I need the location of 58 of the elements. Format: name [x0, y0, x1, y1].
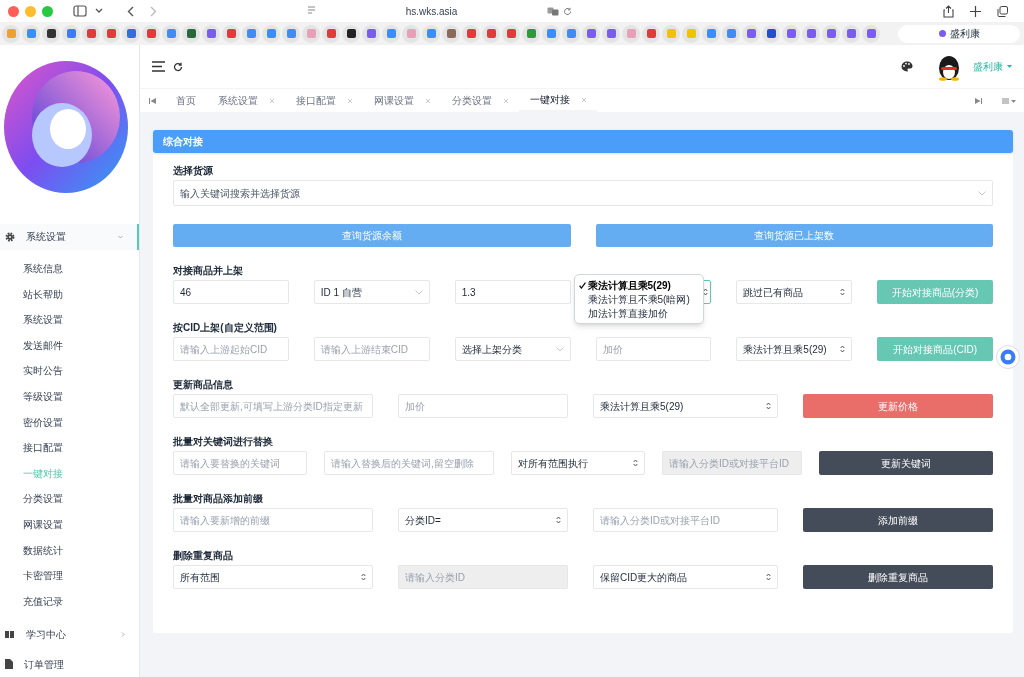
submenu-item[interactable]: 数据统计: [0, 537, 139, 563]
card-header: 综合对接: [153, 130, 1013, 153]
menu-item[interactable]: 学习中心: [0, 621, 139, 647]
page-tab[interactable]: 系统设置: [207, 89, 285, 112]
select-field[interactable]: 跳过已有商品: [736, 280, 853, 304]
select-field[interactable]: 乘法计算且乘5(29): [593, 394, 778, 418]
dropdown-field[interactable]: ID 1 自营: [313, 280, 430, 304]
dropdown-field[interactable]: 输入关键词搜索并选择货源: [173, 180, 993, 206]
select-field[interactable]: 分类ID=: [398, 508, 568, 532]
section-label: 批量对关键词进行替换: [173, 436, 274, 447]
submenu-item[interactable]: 密价设置: [0, 409, 139, 435]
input-field[interactable]: 请输入替换后的关键词,留空删除: [324, 451, 494, 475]
browser-tab[interactable]: 盛利康: [898, 24, 1020, 43]
submenu-item[interactable]: 实时公告: [0, 358, 139, 384]
section-label: 按CID上架(自定义范围): [173, 322, 278, 333]
input-field[interactable]: 请输入要替换的关键词: [173, 451, 307, 475]
section-label: 删除重复商品: [173, 550, 234, 561]
address-field[interactable]: hs.wks.asia: [316, 3, 547, 19]
page-tab[interactable]: 网课设置: [363, 89, 441, 112]
page-tab[interactable]: 分类设置: [441, 89, 519, 112]
submenu-item[interactable]: 网课设置: [0, 511, 139, 538]
page-tab[interactable]: 首页: [165, 89, 207, 112]
select-field[interactable]: 所有范围: [173, 565, 373, 589]
input-field[interactable]: 默认全部更新,可填写上游分类ID指定更新: [173, 394, 373, 418]
menu-option[interactable]: 乘法计算且不乘5(暗网): [574, 292, 703, 306]
menu-option[interactable]: 乘法计算且乘5(29): [574, 278, 703, 292]
submenu-item[interactable]: 充值记录: [0, 588, 139, 614]
input-field[interactable]: 请输入分类ID或对接平台ID: [593, 508, 778, 532]
section-label: 对接商品并上架: [173, 265, 244, 276]
input-field[interactable]: 请输入要新增的前缀: [173, 508, 373, 532]
submenu-item[interactable]: 等级设置: [0, 383, 139, 410]
menu-item[interactable]: 系统设置: [0, 223, 139, 250]
input-field[interactable]: 加价: [595, 337, 712, 361]
submenu-item[interactable]: 分类设置: [0, 486, 139, 512]
submenu-item[interactable]: 系统信息: [0, 255, 139, 282]
menu-item[interactable]: 订单管理: [0, 651, 139, 677]
submenu-item[interactable]: 系统设置: [0, 306, 139, 333]
page-tab[interactable]: 接口配置: [285, 89, 363, 112]
select-field[interactable]: 对所有范围执行: [511, 451, 645, 475]
input-field[interactable]: 46: [173, 280, 289, 304]
section-label: 批量对商品添加前缀: [173, 493, 264, 504]
select-field[interactable]: 乘法计算且乘5(29): [736, 337, 853, 361]
submenu-item[interactable]: 站长帮助: [0, 281, 139, 307]
dropdown-field[interactable]: 选择上架分类: [454, 337, 571, 361]
section-label: 更新商品信息: [173, 379, 234, 390]
submenu-item[interactable]: 发送邮件: [0, 332, 139, 359]
submenu-item[interactable]: 卡密管理: [0, 562, 139, 589]
input-field[interactable]: 1.3: [454, 280, 571, 304]
action-button[interactable]: 更新关键词: [819, 451, 993, 475]
menu-option[interactable]: 加法计算直接加价: [574, 306, 703, 320]
section-label: 选择货源: [173, 165, 214, 176]
input-field[interactable]: 加价: [398, 394, 568, 418]
input-field[interactable]: 请输入上游结束CID: [313, 337, 430, 361]
select-field[interactable]: 保留CID更大的商品: [593, 565, 778, 589]
submenu-item[interactable]: 接口配置: [0, 434, 139, 461]
action-button[interactable]: 添加前缀: [803, 508, 993, 532]
input-field[interactable]: 请输入上游起始CID: [173, 337, 289, 361]
action-button[interactable]: 删除重复商品: [803, 565, 993, 589]
